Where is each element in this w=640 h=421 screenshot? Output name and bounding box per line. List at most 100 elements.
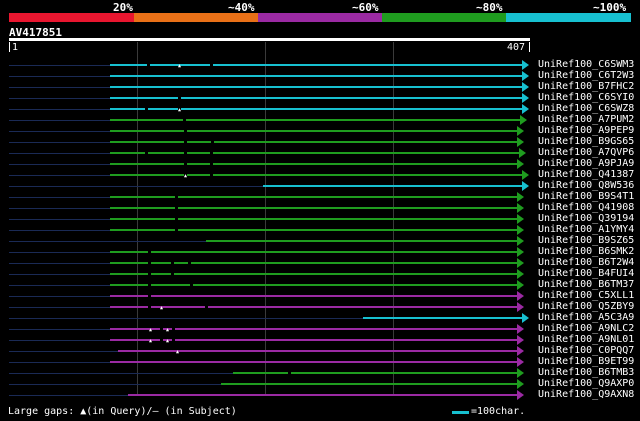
hit-row[interactable]: UniRef100_Q9AXN8: [0, 389, 640, 401]
hit-name[interactable]: UniRef100_A7PUM2: [538, 114, 634, 125]
hit-name[interactable]: UniRef100_Q39194: [538, 213, 634, 224]
hit-name[interactable]: UniRef100_C6SWZ8: [538, 103, 634, 114]
hit-name[interactable]: UniRef100_B4FUI4: [538, 268, 634, 279]
hit-arrowhead: [517, 346, 524, 356]
identity-band-20: [9, 13, 134, 22]
hit-name[interactable]: UniRef100_B7FHC2: [538, 81, 634, 92]
subject-gap: [145, 152, 148, 154]
hit-alignment-line: [110, 361, 517, 363]
hit-unaligned-segment: [9, 197, 110, 198]
hit-unaligned-segment: [9, 164, 110, 165]
hit-arrowhead: [517, 269, 524, 279]
subject-gap: [148, 306, 151, 308]
hit-name[interactable]: UniRef100_B9GS65: [538, 136, 634, 147]
hit-unaligned-segment: [9, 219, 110, 220]
subject-gap: [184, 152, 187, 154]
hit-name[interactable]: UniRef100_B9SZ65: [538, 235, 634, 246]
subject-gap: [148, 273, 151, 275]
hit-arrowhead: [517, 357, 524, 367]
subject-gap: [210, 64, 213, 66]
hit-name[interactable]: UniRef100_A9PJA9: [538, 158, 634, 169]
blast-overview: 20% ~40% ~60% ~80% ~100% AV417851 1 407 …: [0, 0, 640, 421]
identity-band-40: [134, 13, 258, 22]
hit-arrowhead: [522, 104, 529, 114]
hit-alignment-line: [110, 229, 517, 231]
hit-arrowhead: [517, 324, 524, 334]
hit-alignment-line: [110, 306, 517, 308]
hit-arrowhead: [522, 93, 529, 103]
hit-unaligned-segment: [9, 307, 110, 308]
hit-name[interactable]: UniRef100_Q8W536: [538, 180, 634, 191]
hit-unaligned-segment: [9, 175, 110, 176]
hit-arrowhead: [522, 181, 529, 191]
subject-gap: [171, 262, 174, 264]
hit-name[interactable]: UniRef100_B6T2W4: [538, 257, 634, 268]
hit-arrowhead: [517, 203, 524, 213]
hit-name[interactable]: UniRef100_A5C3A9: [538, 312, 634, 323]
hit-name[interactable]: UniRef100_C6SWM3: [538, 59, 634, 70]
hit-arrowhead: [522, 71, 529, 81]
hit-unaligned-segment: [9, 252, 110, 253]
hit-arrowhead: [517, 368, 524, 378]
hit-name[interactable]: UniRef100_A9NLC2: [538, 323, 634, 334]
subject-gap: [210, 174, 213, 176]
hit-unaligned-segment: [9, 362, 110, 363]
hit-name[interactable]: UniRef100_Q9AXP0: [538, 378, 634, 389]
hit-name[interactable]: UniRef100_Q9AXN8: [538, 389, 634, 400]
hit-name[interactable]: UniRef100_C6SYI0: [538, 92, 634, 103]
hit-unaligned-segment: [9, 318, 363, 319]
hit-arrowhead: [517, 280, 524, 290]
hit-unaligned-segment: [9, 274, 110, 275]
subject-gap: [211, 141, 214, 143]
hit-arrowhead: [517, 137, 524, 147]
query-gap-marker: ▲: [166, 338, 170, 344]
hit-arrowhead: [517, 291, 524, 301]
hit-arrowhead: [522, 60, 529, 70]
hit-arrowhead: [517, 247, 524, 257]
hit-name[interactable]: UniRef100_B6SMK2: [538, 246, 634, 257]
hit-name[interactable]: UniRef100_B9S4T1: [538, 191, 634, 202]
hit-alignment-line: [110, 174, 522, 176]
hit-unaligned-segment: [9, 351, 118, 352]
subject-gap: [172, 328, 175, 330]
hit-name[interactable]: UniRef100_Q5ZBY9: [538, 301, 634, 312]
hit-name[interactable]: UniRef100_C6T2W3: [538, 70, 634, 81]
identity-band-100: [506, 13, 631, 22]
hit-name[interactable]: UniRef100_B9ET99: [538, 356, 634, 367]
hit-name[interactable]: UniRef100_A9PEP9: [538, 125, 634, 136]
hit-unaligned-segment: [9, 153, 110, 154]
subject-gap: [148, 262, 151, 264]
query-gap-marker: ▲: [184, 173, 188, 179]
hit-name[interactable]: UniRef100_A7QVP6: [538, 147, 634, 158]
identity-band-60: [258, 13, 382, 22]
subject-gap: [147, 64, 150, 66]
hit-alignment-line: [363, 317, 522, 319]
hit-alignment-line: [233, 372, 517, 374]
hit-unaligned-segment: [9, 76, 110, 77]
hit-name[interactable]: UniRef100_Q41387: [538, 169, 634, 180]
query-end-tick: [529, 42, 530, 52]
subject-gap: [172, 339, 175, 341]
hit-name[interactable]: UniRef100_A9NL01: [538, 334, 634, 345]
query-gap-marker: ▲: [166, 327, 170, 333]
hit-name[interactable]: UniRef100_B6TM37: [538, 279, 634, 290]
hit-unaligned-segment: [9, 263, 110, 264]
hit-name[interactable]: UniRef100_Q41908: [538, 202, 634, 213]
hit-arrowhead: [517, 390, 524, 400]
hit-name[interactable]: UniRef100_B6TMB3: [538, 367, 634, 378]
hit-alignment-line: [263, 185, 522, 187]
hit-arrowhead: [517, 126, 524, 136]
hit-name[interactable]: UniRef100_C5XLL1: [538, 290, 634, 301]
subject-gap: [175, 207, 178, 209]
subject-gap: [178, 97, 181, 99]
hit-unaligned-segment: [9, 285, 110, 286]
hit-name[interactable]: UniRef100_A1YMY4: [538, 224, 634, 235]
hit-name[interactable]: UniRef100_C0PQQ7: [538, 345, 634, 356]
hit-unaligned-segment: [9, 109, 110, 110]
hit-alignment-line: [110, 152, 519, 154]
hit-unaligned-segment: [9, 65, 110, 66]
hit-unaligned-segment: [9, 142, 110, 143]
hit-unaligned-segment: [9, 395, 128, 396]
hit-arrowhead: [517, 214, 524, 224]
subject-gap: [205, 306, 208, 308]
